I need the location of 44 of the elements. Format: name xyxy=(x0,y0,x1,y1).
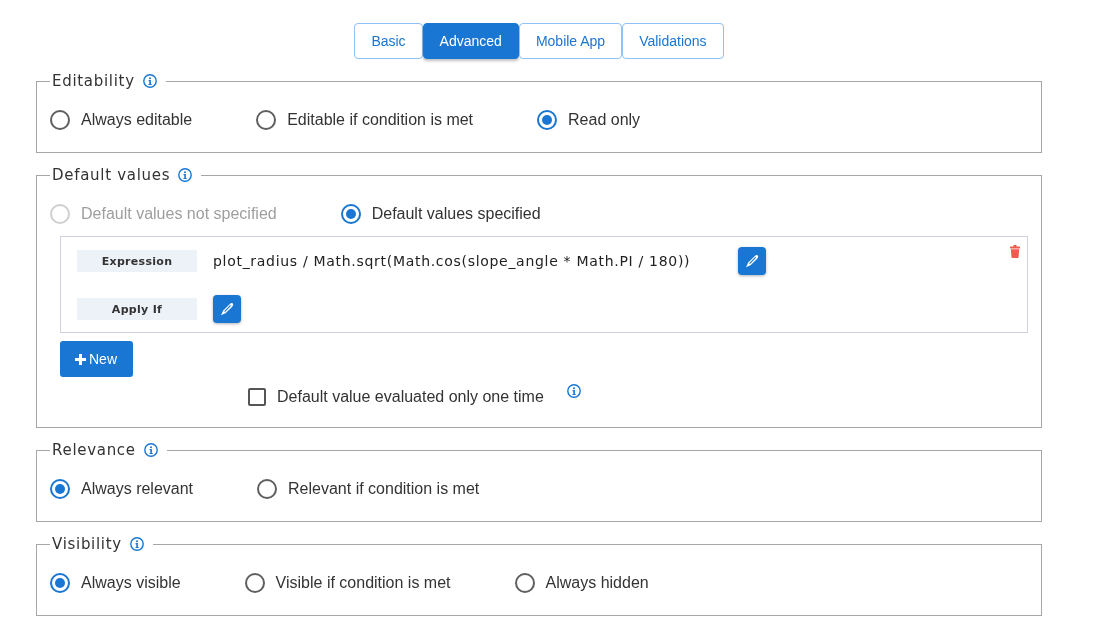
option-label: Read only xyxy=(568,111,641,129)
section-title: Default values xyxy=(52,165,171,185)
option-label: Always visible xyxy=(81,574,181,592)
radio-button[interactable] xyxy=(50,479,70,499)
new-button[interactable]: New xyxy=(60,341,133,377)
checkbox-label: Default value evaluated only one time xyxy=(277,388,544,406)
tab[interactable]: Basic xyxy=(354,23,423,59)
tab[interactable]: Validations xyxy=(622,23,724,59)
trash-icon[interactable] xyxy=(1010,245,1020,258)
option-label: Default values specified xyxy=(371,205,541,223)
section-title: Visibility xyxy=(52,534,122,554)
pen-icon xyxy=(745,254,760,268)
radio-button[interactable] xyxy=(256,110,277,130)
radio-button[interactable] xyxy=(514,573,535,593)
checkbox[interactable] xyxy=(248,388,266,406)
radio-button[interactable] xyxy=(244,573,265,593)
option-label: Always hidden xyxy=(545,574,649,592)
radio-button[interactable] xyxy=(257,479,278,499)
radio-button[interactable] xyxy=(50,573,70,593)
option-label: Visible if condition is met xyxy=(275,574,451,592)
radio-button[interactable] xyxy=(537,110,558,130)
field-label: Apply If xyxy=(77,298,197,320)
option-label: Relevant if condition is met xyxy=(288,480,480,498)
option-label: Editable if condition is met xyxy=(287,111,474,129)
info-icon[interactable] xyxy=(143,443,158,457)
plus-icon xyxy=(75,353,86,365)
edit-button[interactable] xyxy=(738,247,767,275)
radio-button[interactable] xyxy=(340,204,361,224)
section-title: Relevance xyxy=(52,440,136,460)
field-label: Expression xyxy=(77,250,197,272)
option-label: Default values not specified xyxy=(81,205,277,223)
info-icon[interactable] xyxy=(566,384,581,398)
section-title: Editability xyxy=(52,71,135,91)
pen-icon xyxy=(220,302,234,316)
option-label: Always editable xyxy=(81,111,193,129)
tab[interactable]: Mobile App xyxy=(518,23,623,59)
info-icon[interactable] xyxy=(129,537,144,551)
option-label: Always relevant xyxy=(81,480,194,498)
edit-button[interactable] xyxy=(213,295,241,323)
info-icon[interactable] xyxy=(178,168,193,182)
expression-text: plot_radius / Math.sqrt(Math.cos(slope_angle * Math.PI / 180)) xyxy=(213,253,691,269)
info-icon[interactable] xyxy=(142,74,157,88)
tab[interactable]: Advanced xyxy=(422,23,519,59)
radio-button[interactable] xyxy=(50,110,70,130)
